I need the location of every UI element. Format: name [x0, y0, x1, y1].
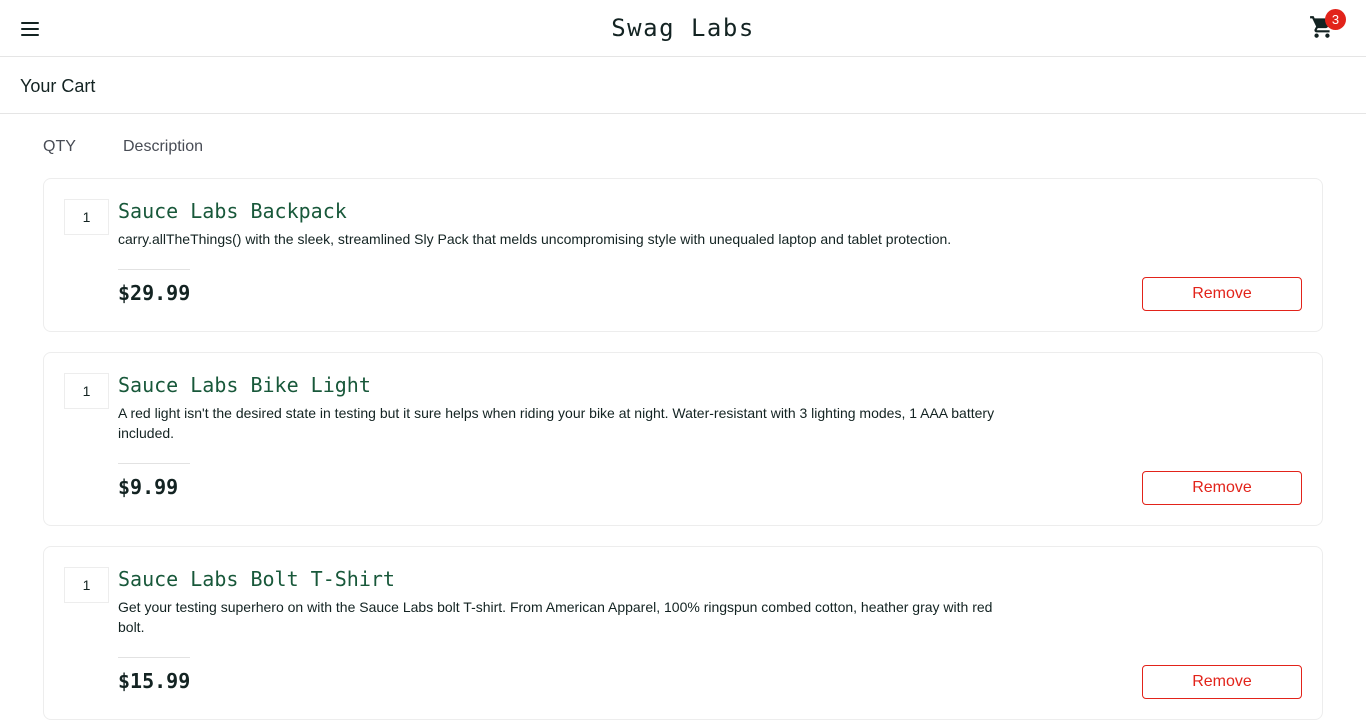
item-description: carry.allTheThings() with the sleek, str… — [118, 231, 952, 247]
hamburger-menu-icon[interactable] — [18, 17, 42, 41]
secondary-header: Your Cart — [0, 57, 1366, 114]
item-description: Get your testing superhero on with the S… — [118, 599, 993, 635]
item-price: $9.99 — [118, 475, 179, 499]
remove-button[interactable]: Remove — [1142, 277, 1302, 311]
item-description: A red light isn't the desired state in t… — [118, 405, 995, 441]
primary-header: Swag Labs 3 — [0, 0, 1366, 57]
item-quantity: 1 — [64, 373, 109, 409]
item-price: $15.99 — [118, 669, 191, 693]
item-name-link[interactable]: Sauce Labs Backpack — [118, 198, 347, 224]
price-divider — [118, 657, 190, 658]
shopping-cart-link[interactable]: 3 — [1308, 9, 1348, 44]
remove-button[interactable]: Remove — [1142, 471, 1302, 505]
remove-button[interactable]: Remove — [1142, 665, 1302, 699]
page-title: Your Cart — [20, 76, 96, 96]
price-divider — [118, 269, 190, 270]
item-name-link[interactable]: Sauce Labs Bolt T-Shirt — [118, 566, 395, 592]
cart-item: 1 Sauce Labs Backpack carry.allTheThings… — [43, 178, 1323, 332]
description-column-label: Description — [123, 138, 204, 155]
item-quantity: 1 — [64, 199, 109, 235]
cart-item: 1 Sauce Labs Bike Light A red light isn'… — [43, 352, 1323, 526]
price-divider — [118, 463, 190, 464]
app-logo: Swag Labs — [611, 14, 755, 42]
item-price: $29.99 — [118, 281, 191, 305]
item-name-link[interactable]: Sauce Labs Bike Light — [118, 372, 371, 398]
item-quantity: 1 — [64, 567, 109, 603]
cart-badge: 3 — [1325, 9, 1346, 30]
qty-column-label: QTY — [43, 138, 76, 155]
cart-item: 1 Sauce Labs Bolt T-Shirt Get your testi… — [43, 546, 1323, 720]
